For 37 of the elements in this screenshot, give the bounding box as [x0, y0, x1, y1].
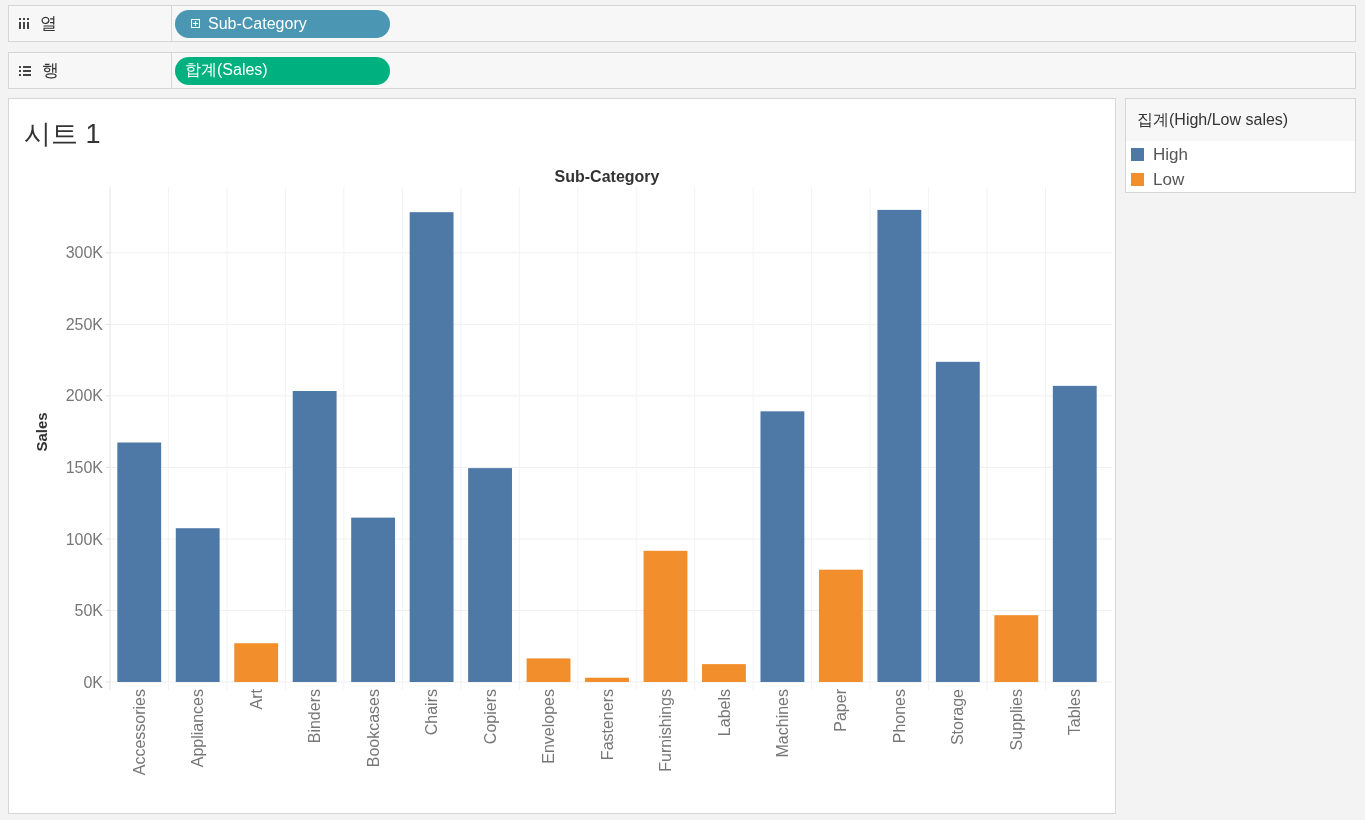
x-tick-label: Supplies — [1007, 689, 1025, 751]
x-tick-label: Storage — [949, 689, 967, 746]
y-tick-label: 50K — [74, 602, 103, 620]
x-tick-label: Furnishings — [657, 689, 675, 772]
field-pill[interactable]: Sub-Category — [175, 9, 390, 38]
shelf-label: 행 — [42, 60, 59, 81]
x-tick-label: Binders — [306, 689, 324, 744]
x-tick-label: Bookcases — [364, 689, 382, 768]
y-tick-label: 200K — [65, 387, 103, 405]
y-tick-label: 250K — [65, 315, 103, 333]
y-tick-label: 0K — [83, 673, 103, 691]
plus-box-icon — [191, 19, 200, 28]
shelf-label: 열 — [40, 13, 57, 34]
sheet-title: 시트 1 — [24, 118, 101, 151]
x-tick-label: Paper — [832, 689, 850, 732]
list-icon — [19, 65, 31, 76]
x-tick-label: Appliances — [189, 689, 207, 768]
y-tick-label: 300K — [65, 244, 103, 262]
x-tick-label: Phones — [890, 689, 908, 744]
x-tick-label: Art — [247, 689, 265, 710]
axis-title: Sales — [33, 412, 51, 452]
y-tick-label: 100K — [65, 530, 103, 548]
x-tick-label: Chairs — [423, 689, 441, 736]
field-pill[interactable]: 합계(Sales) — [175, 56, 390, 85]
x-tick-label: Accessories — [130, 689, 148, 776]
legend-title: 집계(High/Low sales) — [1126, 99, 1355, 141]
legend-label: Low — [1153, 169, 1185, 190]
columns-icon — [19, 18, 29, 29]
x-tick-label: Copiers — [481, 689, 499, 745]
x-tick-label: Fasteners — [598, 689, 616, 761]
legend-label: High — [1153, 144, 1188, 165]
y-tick-label: 150K — [65, 459, 103, 476]
x-tick-label: Tables — [1066, 689, 1084, 736]
x-tick-label: Envelopes — [540, 689, 558, 764]
chart-title: Sub-Category — [554, 168, 660, 185]
x-tick-label: Machines — [774, 689, 791, 758]
x-tick-label: Labels — [715, 689, 733, 737]
